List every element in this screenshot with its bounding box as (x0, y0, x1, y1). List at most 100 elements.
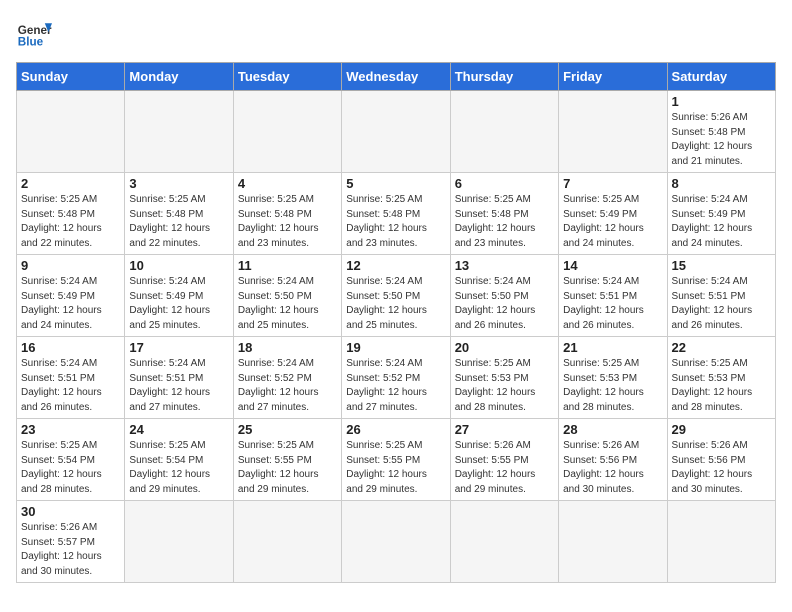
cell-day-number: 5 (346, 176, 445, 191)
cell-day-info: Sunrise: 5:25 AM Sunset: 5:49 PM Dayligh… (563, 193, 662, 251)
cell-day-number: 13 (455, 258, 554, 273)
cell-day-info: Sunrise: 5:24 AM Sunset: 5:49 PM Dayligh… (672, 193, 771, 251)
calendar-cell: 30 Sunrise: 5:26 AM Sunset: 5:57 PM Dayli… (17, 501, 125, 583)
weekday-header-cell: Sunday (17, 63, 125, 91)
calendar-cell: 19Sunrise: 5:24 AM Sunset: 5:52 PM Dayli… (342, 337, 450, 419)
cell-day-number: 26 (346, 422, 445, 437)
calendar-cell: 8 Sunrise: 5:24 AM Sunset: 5:49 PM Daylig… (667, 173, 775, 255)
calendar-cell: 4Sunrise: 5:25 AM Sunset: 5:48 PM Daylig… (233, 173, 341, 255)
cell-day-info: Sunrise: 5:25 AM Sunset: 5:48 PM Dayligh… (21, 193, 120, 251)
calendar-cell: 29Sunrise: 5:26 AM Sunset: 5:56 PM Dayli… (667, 419, 775, 501)
calendar-cell: 9 Sunrise: 5:24 AM Sunset: 5:49 PM Daylig… (17, 255, 125, 337)
cell-day-info: Sunrise: 5:24 AM Sunset: 5:49 PM Dayligh… (129, 275, 228, 333)
calendar-cell: 10 Sunrise: 5:24 AM Sunset: 5:49 PM Dayli… (125, 255, 233, 337)
cell-day-info: Sunrise: 5:24 AM Sunset: 5:50 PM Dayligh… (346, 275, 445, 333)
weekday-header-cell: Saturday (667, 63, 775, 91)
cell-day-number: 20 (455, 340, 554, 355)
calendar-cell: 11 Sunrise: 5:24 AM Sunset: 5:50 PM Dayli… (233, 255, 341, 337)
calendar-week-row: 1 Sunrise: 5:26 AM Sunset: 5:48 PM Daylig… (17, 91, 776, 173)
cell-day-number: 12 (346, 258, 445, 273)
calendar-cell: 22 Sunrise: 5:25 AM Sunset: 5:53 PM Dayli… (667, 337, 775, 419)
cell-day-number: 3 (129, 176, 228, 191)
calendar-cell (233, 91, 341, 173)
calendar-cell (125, 501, 233, 583)
weekday-header-cell: Friday (559, 63, 667, 91)
svg-text:Blue: Blue (18, 36, 44, 49)
cell-day-number: 18 (238, 340, 337, 355)
cell-day-number: 10 (129, 258, 228, 273)
cell-day-number: 30 (21, 504, 120, 519)
calendar-cell: 13 Sunrise: 5:24 AM Sunset: 5:50 PM Dayli… (450, 255, 558, 337)
calendar-cell (233, 501, 341, 583)
calendar-body: 1 Sunrise: 5:26 AM Sunset: 5:48 PM Daylig… (17, 91, 776, 583)
calendar-cell (667, 501, 775, 583)
calendar-week-row: 9 Sunrise: 5:24 AM Sunset: 5:49 PM Daylig… (17, 255, 776, 337)
cell-day-info: Sunrise: 5:24 AM Sunset: 5:51 PM Dayligh… (129, 357, 228, 415)
calendar-cell: 16 Sunrise: 5:24 AM Sunset: 5:51 PM Dayli… (17, 337, 125, 419)
cell-day-number: 8 (672, 176, 771, 191)
calendar-cell: 24Sunrise: 5:25 AM Sunset: 5:54 PM Dayli… (125, 419, 233, 501)
weekday-header-cell: Wednesday (342, 63, 450, 91)
weekday-header-cell: Thursday (450, 63, 558, 91)
calendar-cell: 23Sunrise: 5:25 AM Sunset: 5:54 PM Dayli… (17, 419, 125, 501)
weekday-header-row: SundayMondayTuesdayWednesdayThursdayFrid… (17, 63, 776, 91)
cell-day-info: Sunrise: 5:25 AM Sunset: 5:48 PM Dayligh… (455, 193, 554, 251)
cell-day-number: 16 (21, 340, 120, 355)
calendar-week-row: 30 Sunrise: 5:26 AM Sunset: 5:57 PM Dayli… (17, 501, 776, 583)
calendar-cell (342, 91, 450, 173)
cell-day-number: 28 (563, 422, 662, 437)
cell-day-number: 19 (346, 340, 445, 355)
calendar-cell (559, 91, 667, 173)
cell-day-info: Sunrise: 5:26 AM Sunset: 5:48 PM Dayligh… (672, 111, 771, 169)
calendar-cell: 12 Sunrise: 5:24 AM Sunset: 5:50 PM Dayli… (342, 255, 450, 337)
calendar-cell (17, 91, 125, 173)
calendar-week-row: 2 Sunrise: 5:25 AM Sunset: 5:48 PM Daylig… (17, 173, 776, 255)
cell-day-number: 22 (672, 340, 771, 355)
cell-day-info: Sunrise: 5:24 AM Sunset: 5:50 PM Dayligh… (238, 275, 337, 333)
cell-day-number: 24 (129, 422, 228, 437)
calendar-cell: 26Sunrise: 5:25 AM Sunset: 5:55 PM Dayli… (342, 419, 450, 501)
cell-day-info: Sunrise: 5:25 AM Sunset: 5:53 PM Dayligh… (563, 357, 662, 415)
weekday-header-cell: Monday (125, 63, 233, 91)
calendar-cell: 20 Sunrise: 5:25 AM Sunset: 5:53 PM Dayli… (450, 337, 558, 419)
cell-day-info: Sunrise: 5:26 AM Sunset: 5:56 PM Dayligh… (563, 439, 662, 497)
cell-day-info: Sunrise: 5:24 AM Sunset: 5:50 PM Dayligh… (455, 275, 554, 333)
calendar-cell (125, 91, 233, 173)
calendar-cell: 25 Sunrise: 5:25 AM Sunset: 5:55 PM Dayli… (233, 419, 341, 501)
calendar-week-row: 16 Sunrise: 5:24 AM Sunset: 5:51 PM Dayli… (17, 337, 776, 419)
cell-day-info: Sunrise: 5:24 AM Sunset: 5:49 PM Dayligh… (21, 275, 120, 333)
cell-day-info: Sunrise: 5:25 AM Sunset: 5:55 PM Dayligh… (238, 439, 337, 497)
cell-day-info: Sunrise: 5:25 AM Sunset: 5:48 PM Dayligh… (238, 193, 337, 251)
calendar-cell: 5 Sunrise: 5:25 AM Sunset: 5:48 PM Daylig… (342, 173, 450, 255)
cell-day-number: 14 (563, 258, 662, 273)
cell-day-info: Sunrise: 5:25 AM Sunset: 5:48 PM Dayligh… (129, 193, 228, 251)
cell-day-number: 9 (21, 258, 120, 273)
calendar-cell (559, 501, 667, 583)
cell-day-number: 23 (21, 422, 120, 437)
cell-day-info: Sunrise: 5:24 AM Sunset: 5:52 PM Dayligh… (238, 357, 337, 415)
calendar-cell: 28 Sunrise: 5:26 AM Sunset: 5:56 PM Dayli… (559, 419, 667, 501)
calendar-cell (342, 501, 450, 583)
calendar: SundayMondayTuesdayWednesdayThursdayFrid… (16, 62, 776, 583)
cell-day-info: Sunrise: 5:24 AM Sunset: 5:51 PM Dayligh… (21, 357, 120, 415)
cell-day-number: 27 (455, 422, 554, 437)
cell-day-info: Sunrise: 5:25 AM Sunset: 5:53 PM Dayligh… (455, 357, 554, 415)
cell-day-info: Sunrise: 5:25 AM Sunset: 5:53 PM Dayligh… (672, 357, 771, 415)
cell-day-info: Sunrise: 5:26 AM Sunset: 5:55 PM Dayligh… (455, 439, 554, 497)
cell-day-number: 25 (238, 422, 337, 437)
calendar-cell: 18 Sunrise: 5:24 AM Sunset: 5:52 PM Dayli… (233, 337, 341, 419)
cell-day-number: 7 (563, 176, 662, 191)
calendar-cell: 3 Sunrise: 5:25 AM Sunset: 5:48 PM Daylig… (125, 173, 233, 255)
calendar-cell (450, 501, 558, 583)
cell-day-number: 6 (455, 176, 554, 191)
weekday-header-cell: Tuesday (233, 63, 341, 91)
cell-day-info: Sunrise: 5:26 AM Sunset: 5:57 PM Dayligh… (21, 521, 120, 579)
cell-day-number: 2 (21, 176, 120, 191)
calendar-cell: 27 Sunrise: 5:26 AM Sunset: 5:55 PM Dayli… (450, 419, 558, 501)
calendar-cell: 14Sunrise: 5:24 AM Sunset: 5:51 PM Dayli… (559, 255, 667, 337)
logo: General Blue (16, 16, 52, 52)
cell-day-info: Sunrise: 5:25 AM Sunset: 5:48 PM Dayligh… (346, 193, 445, 251)
logo-icon: General Blue (16, 16, 52, 52)
cell-day-number: 11 (238, 258, 337, 273)
cell-day-number: 1 (672, 94, 771, 109)
